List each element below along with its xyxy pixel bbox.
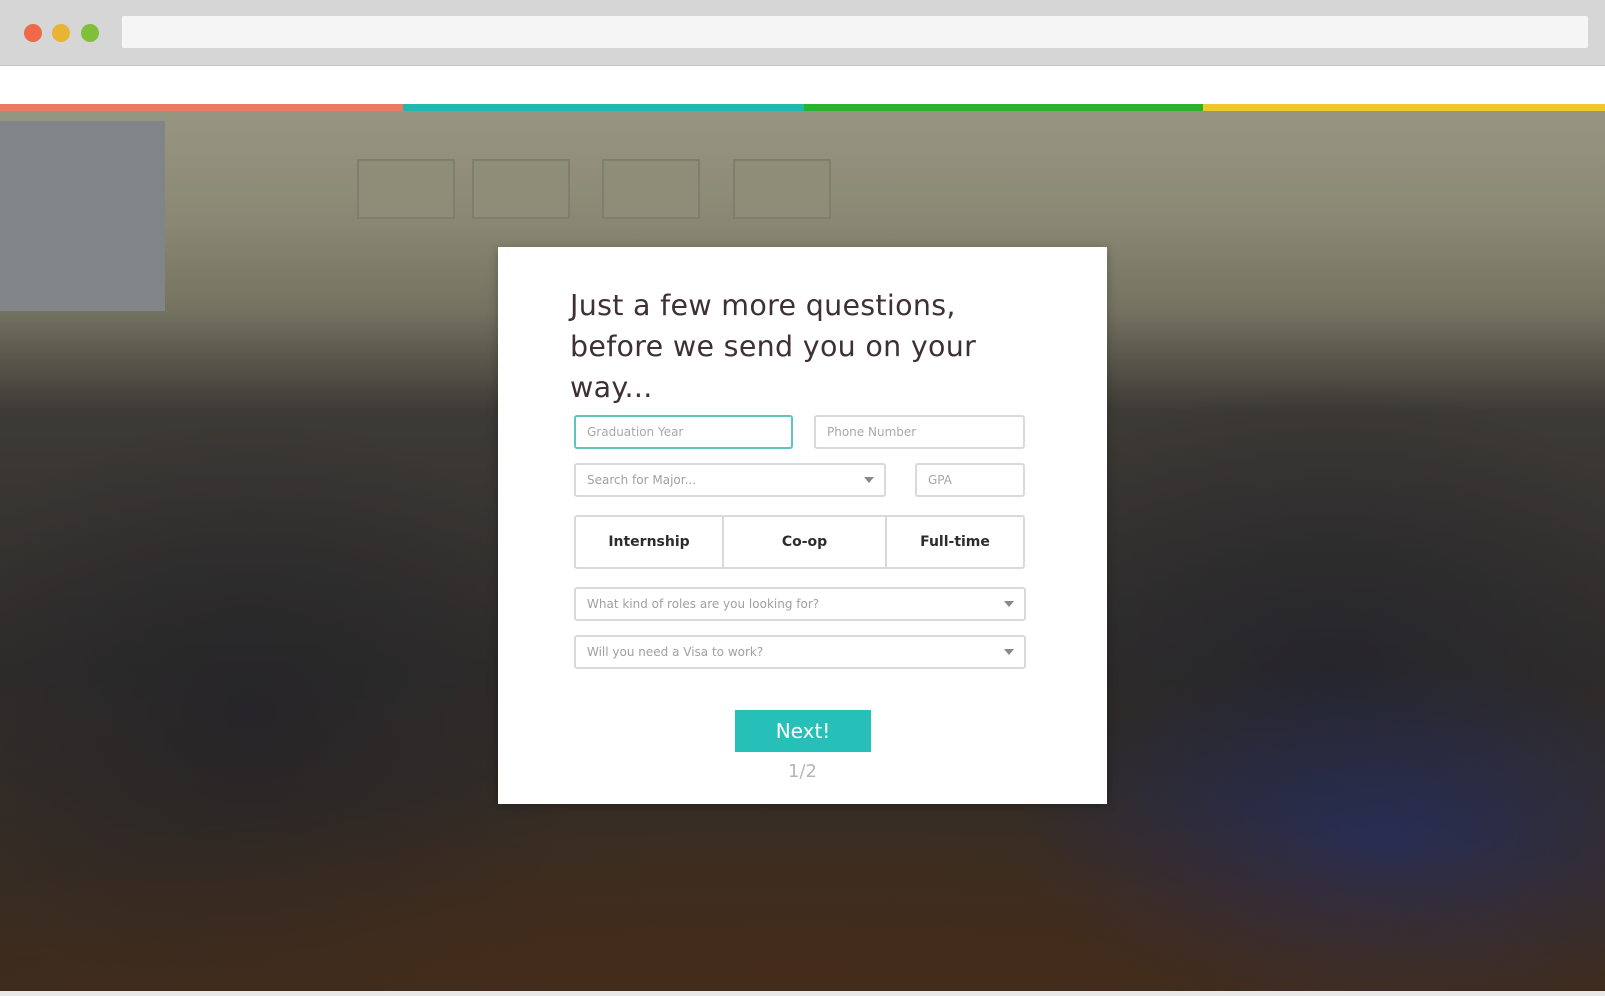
onboarding-modal: Just a few more questions, before we sen…: [498, 247, 1107, 804]
visa-select-placeholder: Will you need a Visa to work?: [587, 645, 764, 659]
close-window-button[interactable]: [24, 24, 42, 42]
major-search-select[interactable]: Search for Major...: [574, 463, 886, 497]
page-header-strip: [0, 66, 1605, 104]
color-bar-segment: [403, 104, 804, 111]
color-progress-bar: [0, 104, 1605, 111]
graduation-year-input[interactable]: [574, 415, 793, 449]
roles-select-placeholder: What kind of roles are you looking for?: [587, 597, 820, 611]
step-indicator: 1/2: [788, 761, 817, 782]
major-search-placeholder: Search for Major...: [587, 473, 697, 487]
job-type-internship[interactable]: Internship: [576, 517, 722, 567]
phone-number-input[interactable]: [814, 415, 1025, 449]
chevron-down-icon: [1004, 649, 1014, 655]
minimize-window-button[interactable]: [52, 24, 70, 42]
job-type-fulltime[interactable]: Full-time: [885, 517, 1023, 567]
address-bar[interactable]: [122, 16, 1588, 48]
job-type-selector: Internship Co-op Full-time: [574, 515, 1025, 569]
browser-chrome: [0, 0, 1605, 66]
color-bar-segment: [804, 104, 1203, 111]
next-button[interactable]: Next!: [735, 710, 871, 752]
job-type-coop[interactable]: Co-op: [722, 517, 885, 567]
roles-select[interactable]: What kind of roles are you looking for?: [574, 587, 1026, 621]
chevron-down-icon: [864, 477, 874, 483]
color-bar-segment: [0, 104, 403, 111]
color-bar-segment: [1203, 104, 1605, 111]
modal-headline: Just a few more questions, before we sen…: [570, 289, 977, 404]
page-bottom-edge: [0, 991, 1605, 996]
visa-select[interactable]: Will you need a Visa to work?: [574, 635, 1026, 669]
chevron-down-icon: [1004, 601, 1014, 607]
maximize-window-button[interactable]: [81, 24, 99, 42]
gpa-input[interactable]: [915, 463, 1025, 497]
